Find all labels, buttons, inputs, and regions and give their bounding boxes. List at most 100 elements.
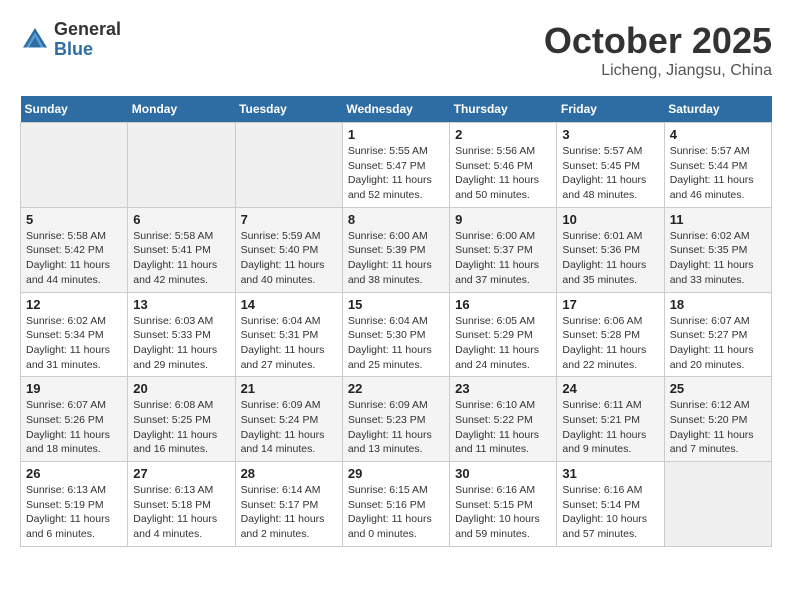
header-row: SundayMondayTuesdayWednesdayThursdayFrid…: [21, 96, 772, 123]
day-detail: Sunrise: 6:09 AM Sunset: 5:24 PM Dayligh…: [241, 398, 337, 457]
title-block: October 2025 Licheng, Jiangsu, China: [544, 20, 772, 80]
day-number: 9: [455, 212, 551, 227]
day-detail: Sunrise: 6:10 AM Sunset: 5:22 PM Dayligh…: [455, 398, 551, 457]
day-detail: Sunrise: 5:55 AM Sunset: 5:47 PM Dayligh…: [348, 144, 444, 203]
day-number: 26: [26, 466, 122, 481]
day-cell: 28Sunrise: 6:14 AM Sunset: 5:17 PM Dayli…: [235, 462, 342, 547]
day-cell: 29 Sunrise: 6:15 AM Sunset: 5:16 PM Dayli…: [342, 462, 449, 547]
header-cell-friday: Friday: [557, 96, 664, 123]
logo-general: General: [54, 19, 121, 39]
day-cell: 27 Sunrise: 6:13 AM Sunset: 5:18 PM Dayli…: [128, 462, 235, 547]
day-cell: [128, 123, 235, 208]
day-cell: 22Sunrise: 6:09 AM Sunset: 5:23 PM Dayli…: [342, 377, 449, 462]
page-header: General Blue October 2025 Licheng, Jiang…: [20, 20, 772, 80]
day-cell: 11Sunrise: 6:02 AM Sunset: 5:35 PM Dayli…: [664, 207, 771, 292]
day-detail: Sunrise: 6:13 AM Sunset: 5:18 PM Dayligh…: [133, 483, 229, 542]
day-number: 12: [26, 297, 122, 312]
day-cell: [664, 462, 771, 547]
day-detail: Sunrise: 6:00 AM Sunset: 5:37 PM Dayligh…: [455, 229, 551, 288]
day-cell: 16 Sunrise: 6:05 AM Sunset: 5:29 PM Dayli…: [450, 292, 557, 377]
day-number: 20: [133, 381, 229, 396]
day-number: 1: [348, 127, 444, 142]
header-cell-wednesday: Wednesday: [342, 96, 449, 123]
day-number: 22: [348, 381, 444, 396]
header-cell-monday: Monday: [128, 96, 235, 123]
day-cell: 25 Sunrise: 6:12 AM Sunset: 5:20 PM Dayli…: [664, 377, 771, 462]
day-detail: Sunrise: 6:04 AM Sunset: 5:30 PM Dayligh…: [348, 314, 444, 373]
day-cell: 8 Sunrise: 6:00 AM Sunset: 5:39 PM Daylig…: [342, 207, 449, 292]
week-row-2: 12 Sunrise: 6:02 AM Sunset: 5:34 PM Dayli…: [21, 292, 772, 377]
day-cell: 17 Sunrise: 6:06 AM Sunset: 5:28 PM Dayli…: [557, 292, 664, 377]
day-number: 31: [562, 466, 658, 481]
day-number: 15: [348, 297, 444, 312]
week-row-4: 26 Sunrise: 6:13 AM Sunset: 5:19 PM Dayli…: [21, 462, 772, 547]
day-cell: 20 Sunrise: 6:08 AM Sunset: 5:25 PM Dayli…: [128, 377, 235, 462]
day-detail: Sunrise: 5:58 AM Sunset: 5:42 PM Dayligh…: [26, 229, 122, 288]
day-number: 28: [241, 466, 337, 481]
day-detail: Sunrise: 6:13 AM Sunset: 5:19 PM Dayligh…: [26, 483, 122, 542]
day-cell: 2 Sunrise: 5:56 AM Sunset: 5:46 PM Daylig…: [450, 123, 557, 208]
header-cell-sunday: Sunday: [21, 96, 128, 123]
day-number: 23: [455, 381, 551, 396]
day-detail: Sunrise: 6:12 AM Sunset: 5:20 PM Dayligh…: [670, 398, 766, 457]
header-cell-saturday: Saturday: [664, 96, 771, 123]
logo-blue: Blue: [54, 39, 93, 59]
day-cell: 23 Sunrise: 6:10 AM Sunset: 5:22 PM Dayli…: [450, 377, 557, 462]
week-row-3: 19 Sunrise: 6:07 AM Sunset: 5:26 PM Dayli…: [21, 377, 772, 462]
day-cell: [235, 123, 342, 208]
day-number: 7: [241, 212, 337, 227]
day-number: 25: [670, 381, 766, 396]
day-detail: Sunrise: 6:07 AM Sunset: 5:26 PM Dayligh…: [26, 398, 122, 457]
day-number: 10: [562, 212, 658, 227]
day-number: 19: [26, 381, 122, 396]
day-detail: Sunrise: 5:57 AM Sunset: 5:44 PM Dayligh…: [670, 144, 766, 203]
day-number: 4: [670, 127, 766, 142]
day-cell: 19 Sunrise: 6:07 AM Sunset: 5:26 PM Dayli…: [21, 377, 128, 462]
day-number: 27: [133, 466, 229, 481]
day-number: 3: [562, 127, 658, 142]
day-number: 2: [455, 127, 551, 142]
day-number: 24: [562, 381, 658, 396]
calendar-table: SundayMondayTuesdayWednesdayThursdayFrid…: [20, 96, 772, 547]
week-row-1: 5 Sunrise: 5:58 AM Sunset: 5:42 PM Daylig…: [21, 207, 772, 292]
day-detail: Sunrise: 6:08 AM Sunset: 5:25 PM Dayligh…: [133, 398, 229, 457]
day-detail: Sunrise: 6:00 AM Sunset: 5:39 PM Dayligh…: [348, 229, 444, 288]
day-detail: Sunrise: 6:06 AM Sunset: 5:28 PM Dayligh…: [562, 314, 658, 373]
header-cell-tuesday: Tuesday: [235, 96, 342, 123]
day-cell: 13 Sunrise: 6:03 AM Sunset: 5:33 PM Dayli…: [128, 292, 235, 377]
day-cell: 30Sunrise: 6:16 AM Sunset: 5:15 PM Dayli…: [450, 462, 557, 547]
day-number: 18: [670, 297, 766, 312]
day-detail: Sunrise: 5:56 AM Sunset: 5:46 PM Dayligh…: [455, 144, 551, 203]
day-detail: Sunrise: 6:16 AM Sunset: 5:14 PM Dayligh…: [562, 483, 658, 542]
day-number: 16: [455, 297, 551, 312]
day-detail: Sunrise: 6:02 AM Sunset: 5:34 PM Dayligh…: [26, 314, 122, 373]
day-cell: 6Sunrise: 5:58 AM Sunset: 5:41 PM Daylig…: [128, 207, 235, 292]
day-number: 17: [562, 297, 658, 312]
day-number: 21: [241, 381, 337, 396]
day-cell: [21, 123, 128, 208]
day-detail: Sunrise: 6:15 AM Sunset: 5:16 PM Dayligh…: [348, 483, 444, 542]
day-cell: 31 Sunrise: 6:16 AM Sunset: 5:14 PM Dayli…: [557, 462, 664, 547]
day-cell: 5 Sunrise: 5:58 AM Sunset: 5:42 PM Daylig…: [21, 207, 128, 292]
day-detail: Sunrise: 6:02 AM Sunset: 5:35 PM Dayligh…: [670, 229, 766, 288]
day-detail: Sunrise: 6:11 AM Sunset: 5:21 PM Dayligh…: [562, 398, 658, 457]
day-number: 13: [133, 297, 229, 312]
day-detail: Sunrise: 6:05 AM Sunset: 5:29 PM Dayligh…: [455, 314, 551, 373]
month-title: October 2025: [544, 20, 772, 62]
day-cell: 14Sunrise: 6:04 AM Sunset: 5:31 PM Dayli…: [235, 292, 342, 377]
header-cell-thursday: Thursday: [450, 96, 557, 123]
day-cell: 10Sunrise: 6:01 AM Sunset: 5:36 PM Dayli…: [557, 207, 664, 292]
day-cell: 12 Sunrise: 6:02 AM Sunset: 5:34 PM Dayli…: [21, 292, 128, 377]
day-cell: 26 Sunrise: 6:13 AM Sunset: 5:19 PM Dayli…: [21, 462, 128, 547]
day-detail: Sunrise: 5:58 AM Sunset: 5:41 PM Dayligh…: [133, 229, 229, 288]
day-detail: Sunrise: 6:16 AM Sunset: 5:15 PM Dayligh…: [455, 483, 551, 542]
day-detail: Sunrise: 6:03 AM Sunset: 5:33 PM Dayligh…: [133, 314, 229, 373]
day-cell: 9 Sunrise: 6:00 AM Sunset: 5:37 PM Daylig…: [450, 207, 557, 292]
day-number: 29: [348, 466, 444, 481]
day-number: 5: [26, 212, 122, 227]
day-number: 14: [241, 297, 337, 312]
day-cell: 24 Sunrise: 6:11 AM Sunset: 5:21 PM Dayli…: [557, 377, 664, 462]
day-number: 8: [348, 212, 444, 227]
week-row-0: 1 Sunrise: 5:55 AM Sunset: 5:47 PM Daylig…: [21, 123, 772, 208]
day-cell: 18Sunrise: 6:07 AM Sunset: 5:27 PM Dayli…: [664, 292, 771, 377]
